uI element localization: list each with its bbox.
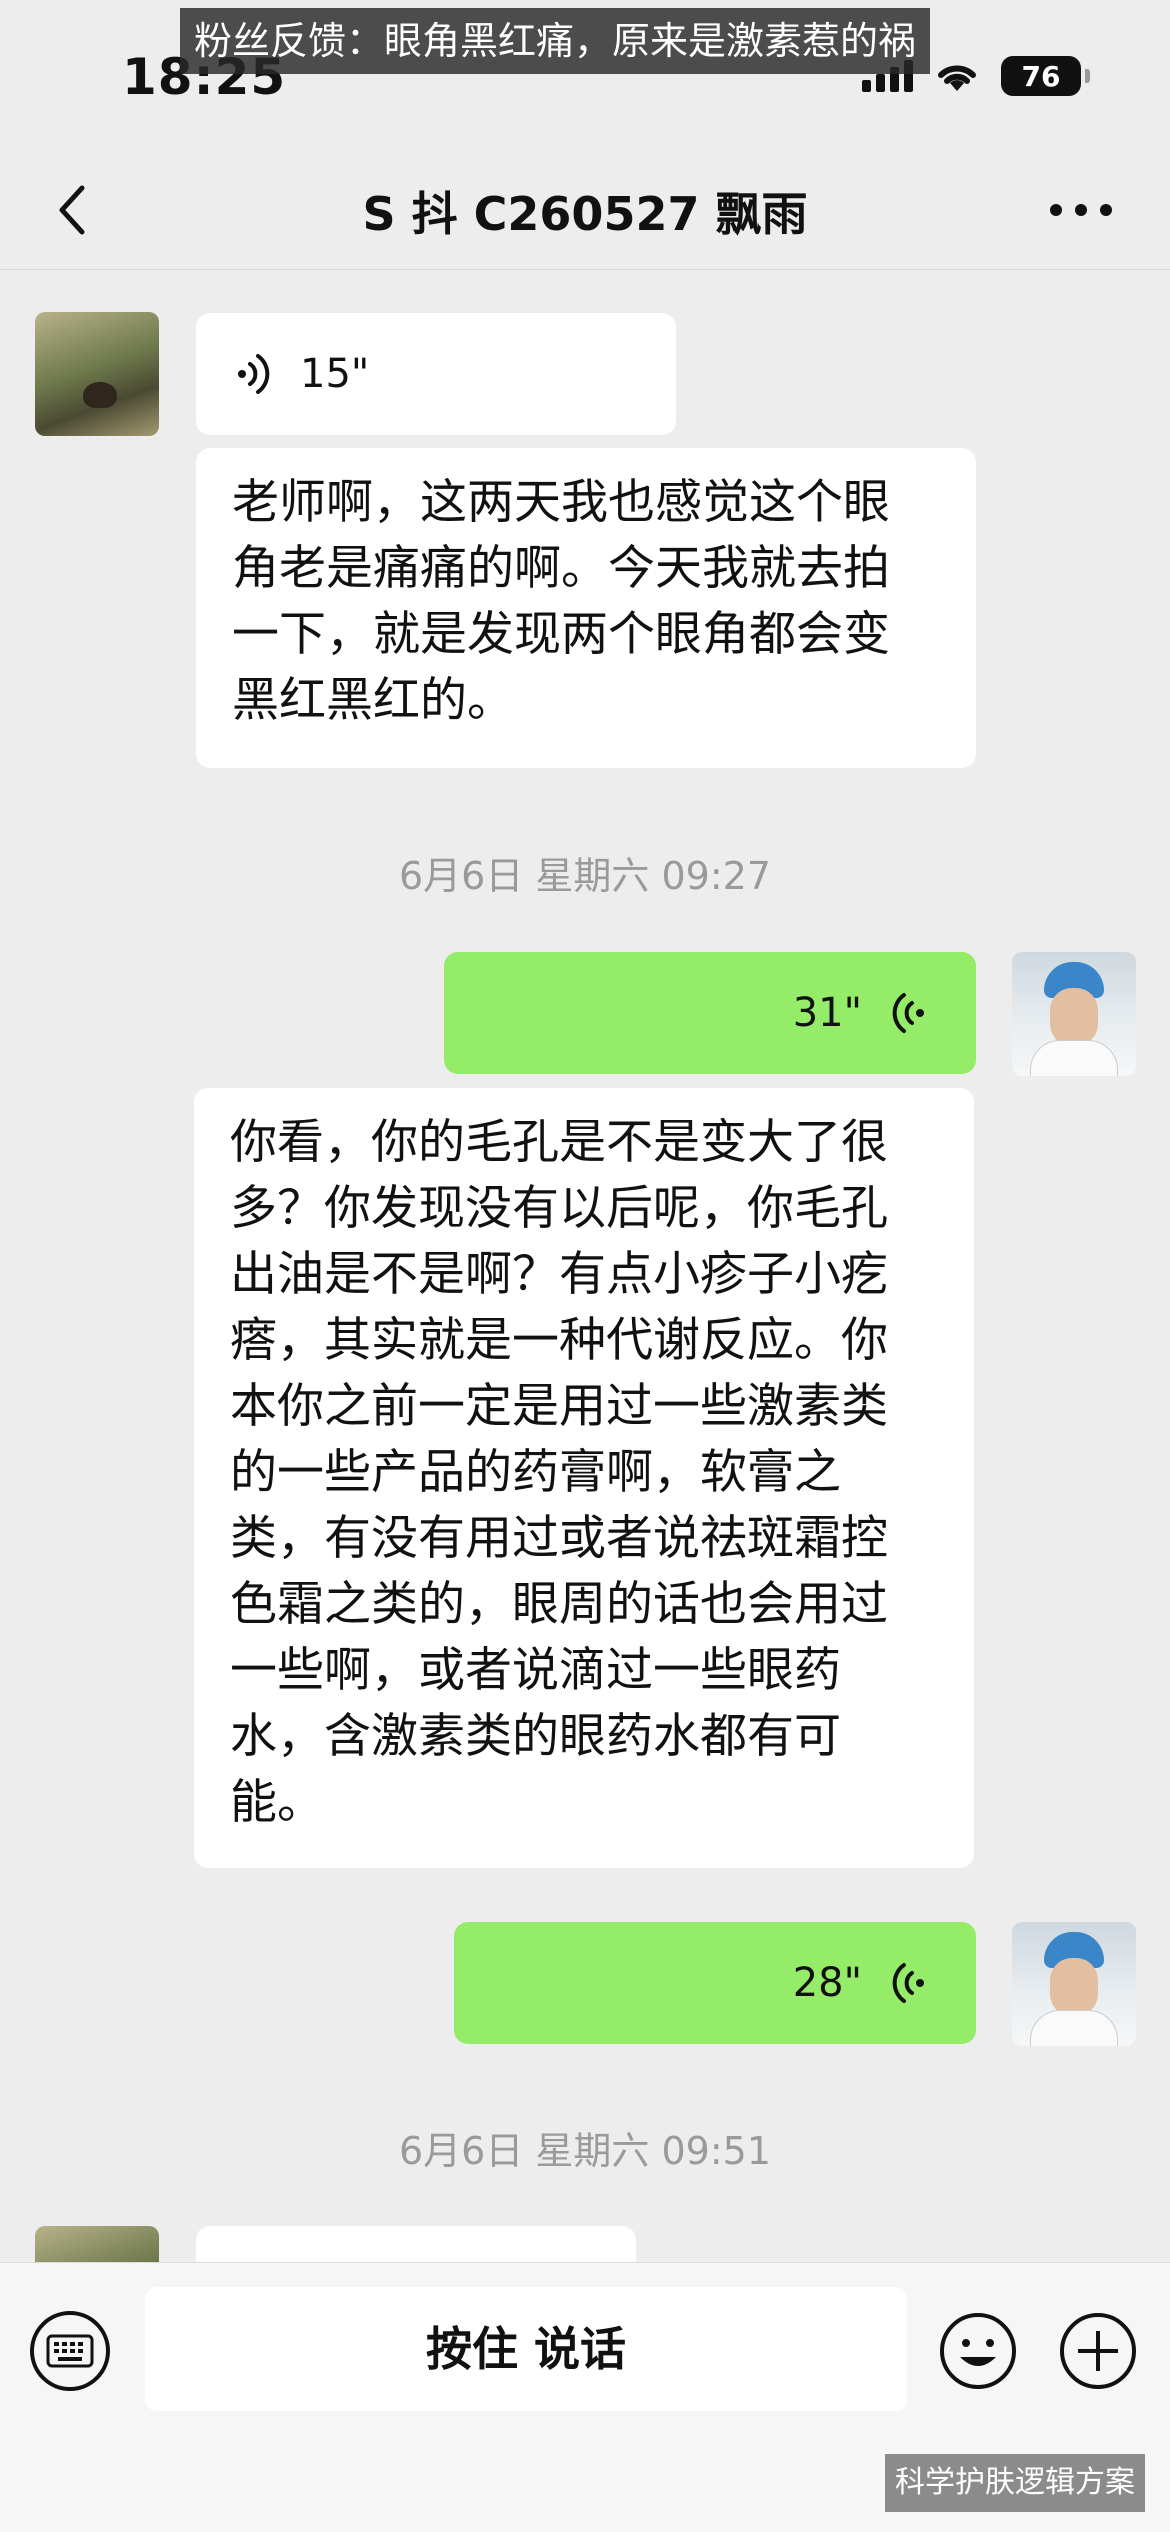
voice-message-outgoing[interactable]: 28": [454, 1922, 976, 2044]
voice-duration: 31": [792, 990, 862, 1036]
text-message-incoming[interactable]: 老师啊，这两天我也感觉这个眼 角老是痛痛的啊。今天我就去拍 一下，就是发现两个眼…: [196, 448, 976, 768]
contact-avatar[interactable]: [35, 312, 159, 436]
voice-duration: 28": [792, 1960, 862, 2006]
timestamp: 6月6日 星期六 09:51: [398, 2129, 772, 2173]
message-text: 老师啊，这两天我也感觉这个眼 角老是痛痛的啊。今天我就去拍 一下，就是发现两个眼…: [232, 475, 890, 728]
hold-to-talk-button[interactable]: 按住 说话: [145, 2287, 907, 2411]
voice-wave-icon: [892, 1963, 924, 2003]
more-icon[interactable]: [1050, 192, 1120, 228]
watermark: 科学护肤逻辑方案: [885, 2454, 1145, 2512]
voice-message-outgoing[interactable]: 31": [444, 952, 976, 1074]
wifi-icon: [938, 65, 976, 91]
overlay-caption: 粉丝反馈：眼角黑红痛，原来是激素惹的祸: [180, 8, 931, 74]
voice-duration: 15": [300, 351, 370, 397]
my-avatar[interactable]: [1012, 1922, 1136, 2046]
keyboard-icon[interactable]: [30, 2311, 110, 2391]
plus-icon[interactable]: [1058, 2311, 1138, 2391]
voice-wave-icon: [238, 354, 270, 394]
chat-title: S 抖 C260527 飘雨: [362, 187, 808, 241]
text-message[interactable]: 你看，你的毛孔是不是变大了很 多？你发现没有以后呢，你毛孔 出油是不是啊？有点小…: [194, 1088, 974, 1868]
emoji-icon[interactable]: [938, 2311, 1018, 2391]
voice-message-incoming[interactable]: 15": [196, 313, 676, 435]
chat-header: S 抖 C260527 飘雨: [0, 150, 1170, 270]
my-avatar[interactable]: [1012, 952, 1136, 1076]
message-text: 你看，你的毛孔是不是变大了很 多？你发现没有以后呢，你毛孔 出油是不是啊？有点小…: [230, 1115, 888, 1830]
timestamp: 6月6日 星期六 09:27: [398, 854, 772, 898]
voice-wave-icon: [892, 993, 924, 1033]
battery-icon: 76: [1001, 56, 1081, 96]
battery-cap: [1085, 69, 1090, 83]
